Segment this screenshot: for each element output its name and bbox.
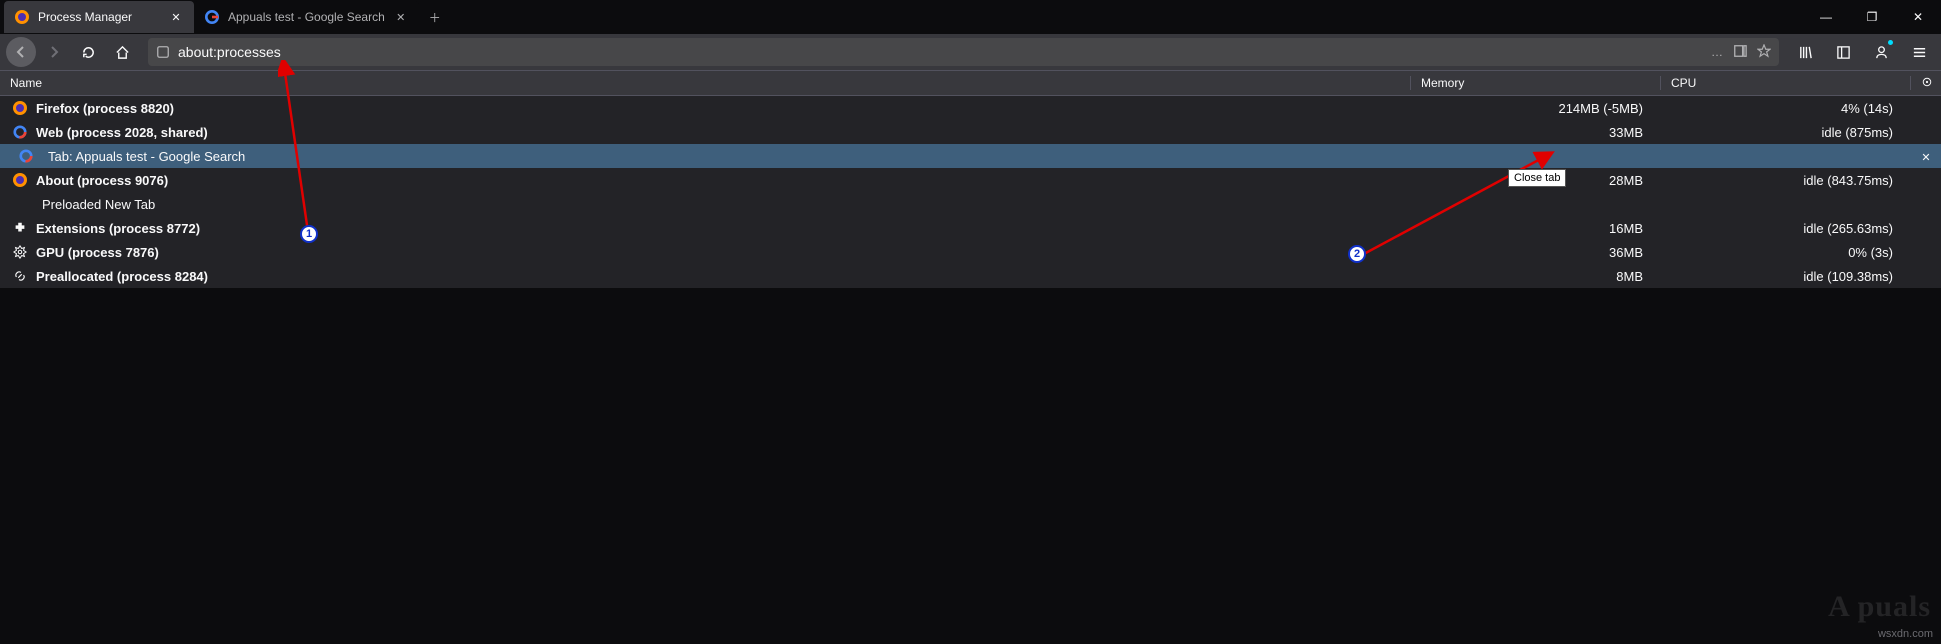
tab-title: Process Manager [38, 10, 160, 24]
tab-process-manager[interactable]: Process Manager [4, 1, 194, 33]
bookmark-star-icon[interactable] [1757, 44, 1771, 61]
close-icon[interactable] [168, 9, 184, 25]
column-settings-button[interactable] [1911, 76, 1941, 91]
annotation-label-2: 2 [1348, 245, 1366, 263]
close-tab-tooltip: Close tab [1508, 169, 1566, 187]
sidebar-icon[interactable] [1827, 37, 1859, 67]
column-name[interactable]: Name [0, 76, 1411, 90]
window-close-button[interactable]: ✕ [1895, 0, 1941, 34]
process-row-tab-appuals[interactable]: Tab: Appuals test - Google Search [0, 144, 1941, 168]
column-cpu[interactable]: CPU [1661, 76, 1911, 90]
source-watermark: wsxdn.com [1878, 628, 1933, 640]
close-icon [1921, 149, 1930, 164]
nav-toolbar: about:processes … [0, 34, 1941, 70]
home-button[interactable] [106, 37, 138, 67]
brand-watermark: A puals [1828, 590, 1931, 624]
app-menu-button[interactable] [1903, 37, 1935, 67]
process-row-firefox[interactable]: Firefox (process 8820) 214MB (-5MB) 4% (… [0, 96, 1941, 120]
url-text: about:processes [178, 44, 1703, 60]
identity-icon [156, 45, 170, 59]
process-row-preloaded-tab[interactable]: Preloaded New Tab [0, 192, 1941, 216]
firefox-icon [12, 100, 28, 116]
process-list: Firefox (process 8820) 214MB (-5MB) 4% (… [0, 96, 1941, 288]
firefox-icon [14, 9, 30, 25]
back-button[interactable] [6, 37, 36, 67]
process-row-extensions[interactable]: Extensions (process 8772) 16MB idle (265… [0, 216, 1941, 240]
process-row-preallocated[interactable]: Preallocated (process 8284) 8MB idle (10… [0, 264, 1941, 288]
reader-mode-icon[interactable] [1733, 44, 1747, 61]
process-row-about[interactable]: About (process 9076) 28MB idle (843.75ms… [0, 168, 1941, 192]
library-icon[interactable] [1789, 37, 1821, 67]
page-actions-menu[interactable]: … [1711, 45, 1723, 59]
gpu-icon [12, 244, 28, 260]
minimize-button[interactable]: — [1803, 0, 1849, 34]
google-icon [18, 148, 34, 164]
close-icon[interactable] [393, 9, 409, 25]
url-bar[interactable]: about:processes … [148, 38, 1779, 66]
forward-button[interactable] [38, 37, 70, 67]
column-header: Name Memory CPU [0, 70, 1941, 96]
maximize-button[interactable]: ❐ [1849, 0, 1895, 34]
account-icon[interactable] [1865, 37, 1897, 67]
tab-appuals-search[interactable]: Appuals test - Google Search [194, 1, 419, 33]
window-controls: — ❐ ✕ [1803, 0, 1941, 34]
column-memory[interactable]: Memory [1411, 76, 1661, 90]
google-icon [204, 9, 220, 25]
reload-button[interactable] [72, 37, 104, 67]
tab-title: Appuals test - Google Search [228, 10, 385, 24]
link-icon [12, 268, 28, 284]
extension-icon [12, 220, 28, 236]
google-icon [12, 124, 28, 140]
firefox-icon [12, 172, 28, 188]
process-row-gpu[interactable]: GPU (process 7876) 36MB 0% (3s) [0, 240, 1941, 264]
annotation-label-1: 1 [300, 225, 318, 243]
close-tab-button[interactable] [1911, 149, 1941, 164]
process-row-web[interactable]: Web (process 2028, shared) 33MB idle (87… [0, 120, 1941, 144]
tab-strip: Process Manager Appuals test - Google Se… [0, 0, 1941, 34]
new-tab-button[interactable] [419, 1, 451, 33]
